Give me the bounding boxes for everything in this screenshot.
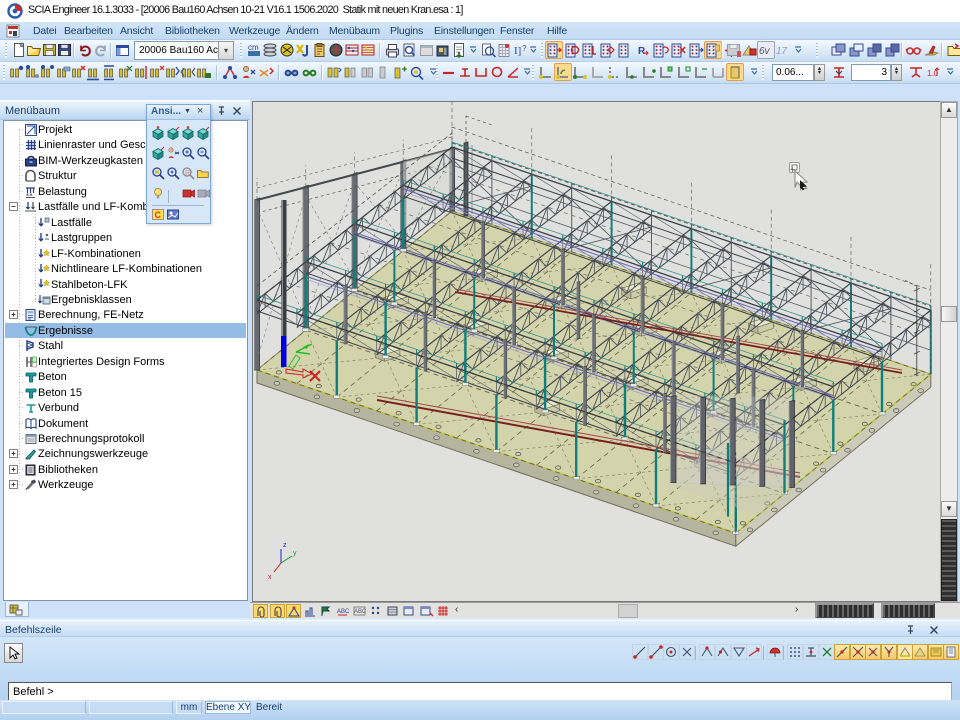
svg-text:I]: I] xyxy=(514,45,521,57)
svg-text:R: R xyxy=(638,46,646,57)
svg-text:R: R xyxy=(185,170,190,177)
svg-text:cm: cm xyxy=(248,43,259,52)
svg-text:C: C xyxy=(155,210,162,220)
svg-text:17: 17 xyxy=(776,46,788,57)
svg-text:6v: 6v xyxy=(759,46,771,57)
svg-text:x: x xyxy=(268,574,272,581)
svg-text:?: ? xyxy=(522,44,527,53)
svg-text:z: z xyxy=(283,542,287,549)
svg-text:y: y xyxy=(293,550,297,557)
svg-text:ABC: ABC xyxy=(337,609,350,615)
